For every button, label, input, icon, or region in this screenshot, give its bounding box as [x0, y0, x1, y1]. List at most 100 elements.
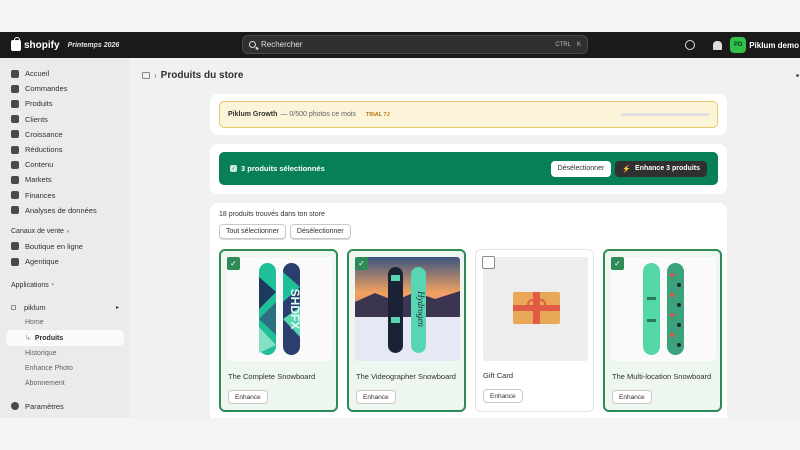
content-icon [11, 160, 19, 169]
plan-name: Piklum Growth [228, 111, 278, 118]
subitem-label: Home [25, 319, 44, 327]
sidebar-subitem-produits[interactable]: ↳ Produits [6, 330, 124, 346]
sidebar-item-label: Commandes [25, 84, 68, 94]
product-title: The Multi-location Snowboard [612, 372, 712, 381]
chevron-right-icon: › [66, 228, 69, 235]
apps-section-title[interactable]: Applications › [0, 278, 130, 292]
svg-text:Hydrogen: Hydrogen [416, 290, 426, 327]
sidebar-item-label: Clients [25, 114, 48, 124]
usage-progress-bar [621, 113, 709, 116]
bank-icon [11, 191, 19, 200]
sidebar-item-markets[interactable]: Markets [0, 172, 130, 187]
snowboard-photo-image: Hydrogen [355, 257, 460, 361]
sidebar-item-label: Paramètres [25, 401, 64, 411]
agent-icon [11, 257, 19, 266]
sidebar-subitem-enhance-photo[interactable]: Enhance Photo [0, 361, 130, 376]
sidebar-item-produits[interactable]: Produits [0, 96, 130, 111]
checkbox-checked-icon[interactable]: ✓ [227, 257, 240, 270]
enhance-button[interactable]: Enhance [483, 389, 523, 403]
avatar[interactable]: PD [730, 37, 747, 53]
sidebar-item-boutique[interactable]: Boutique en ligne [0, 239, 130, 254]
trial-card: Piklum Growth — 0/500 photos ce mois TRI… [210, 94, 727, 135]
sidebar: Accueil Commandes Produits Clients Crois… [0, 58, 130, 418]
tree-branch-icon: ↳ [25, 335, 31, 343]
chevron-right-icon: › [51, 282, 54, 289]
sidebar-item-finances[interactable]: Finances [0, 188, 130, 203]
sidebar-subitem-abonnement[interactable]: Abonnement [0, 376, 130, 391]
settings-container: Paramètres [0, 399, 130, 414]
gear-icon [11, 402, 19, 411]
pin-icon[interactable]: ▸ [116, 304, 119, 311]
sidebar-item-reductions[interactable]: Réductions [0, 142, 130, 157]
sidebar-item-label: Croissance [25, 129, 63, 139]
more-icon[interactable] [796, 74, 799, 77]
sidebar-item-piklum[interactable]: piklum ▸ [0, 300, 130, 315]
sidebar-item-contenu[interactable]: Contenu [0, 157, 130, 172]
shopify-bag-icon [11, 36, 21, 51]
breadcrumb: › Produits du store [142, 70, 243, 81]
product-title: The Complete Snowboard [228, 372, 316, 381]
chart-icon [11, 206, 19, 215]
inbox-icon[interactable] [685, 40, 696, 50]
checkbox-checked-icon[interactable]: ✓ [611, 257, 624, 270]
app-grid-icon[interactable] [142, 72, 150, 79]
discount-icon [11, 145, 19, 154]
product-title: The Videographer Snowboard [356, 372, 456, 381]
user-name[interactable]: Piklum demo [749, 41, 799, 50]
products-card: 18 produits trouvés dans ton store Tout … [210, 203, 727, 418]
snowboard-image: SHDFX [227, 257, 332, 361]
sidebar-item-commandes[interactable]: Commandes [0, 81, 130, 96]
app-icon [11, 305, 16, 311]
product-grid: ✓ SHDFX The Complete Snowboard Enhance ✓… [219, 249, 722, 412]
enhance-selected-button[interactable]: ⚡ Enhance 3 produits [615, 160, 707, 177]
enhance-button[interactable]: Enhance [612, 390, 652, 404]
bell-icon[interactable] [713, 40, 723, 50]
product-image: SHDFX [227, 257, 332, 361]
top-icons: PD Piklum demo [685, 32, 800, 58]
sidebar-item-analyses[interactable]: Analyses de données [0, 203, 130, 218]
search-bar[interactable]: Rechercher CTRL K [242, 35, 588, 54]
store-icon [11, 242, 19, 251]
sidebar-item-label: Accueil [25, 69, 50, 79]
subitem-label: Abonnement [25, 380, 65, 388]
globe-icon [11, 175, 19, 184]
sidebar-item-accueil[interactable]: Accueil [0, 66, 130, 81]
apps-title-text: Applications [11, 281, 49, 289]
gift-card-image [483, 257, 588, 361]
sidebar-subitem-historique[interactable]: Historique [0, 346, 130, 361]
deselect-button[interactable]: Désélectionner [550, 160, 612, 177]
person-icon [11, 115, 19, 124]
products-found-text: 18 produits trouvés dans ton store [219, 211, 325, 218]
sidebar-item-parametres[interactable]: Paramètres [0, 399, 130, 414]
sidebar-item-label: Finances [25, 190, 56, 200]
sidebar-item-clients[interactable]: Clients [0, 112, 130, 127]
orders-icon [11, 84, 19, 93]
page-title: Produits du store [160, 70, 244, 81]
shopify-logo[interactable]: shopify [11, 36, 60, 51]
sidebar-item-label: Agentique [25, 257, 59, 267]
sidebar-item-croissance[interactable]: Croissance [0, 127, 130, 142]
channels-section-title[interactable]: Canaux de vente › [0, 225, 130, 239]
sidebar-item-agentique[interactable]: Agentique [0, 254, 130, 269]
usage-text: — 0/500 photos ce mois [280, 111, 356, 118]
deselect-all-button[interactable]: Désélectionner [289, 224, 351, 239]
app-name: piklum [24, 303, 46, 313]
top-bar: shopify Printemps 2026 Rechercher CTRL K… [0, 32, 800, 58]
product-card[interactable]: ✓ [347, 249, 466, 412]
enhance-button[interactable]: Enhance [228, 390, 268, 404]
checkbox-checked-icon[interactable]: ✓ [355, 257, 368, 270]
product-card[interactable]: ✓ [603, 249, 722, 412]
target-icon [11, 130, 19, 139]
select-all-button[interactable]: Tout sélectionner [219, 224, 286, 239]
subitem-label: Enhance Photo [25, 364, 73, 372]
checkbox-unchecked-icon[interactable] [482, 256, 495, 269]
bolt-icon: ⚡ [622, 165, 632, 173]
selection-card: ✓ 3 produits sélectionnés Désélectionner… [210, 144, 727, 194]
search-icon [249, 41, 256, 48]
enhance-button[interactable]: Enhance [356, 390, 396, 404]
edition-label[interactable]: Printemps 2026 [68, 42, 120, 49]
sidebar-item-label: Markets [25, 175, 52, 185]
product-card[interactable]: ✓ SHDFX The Complete Snowboard Enhance [219, 249, 338, 412]
product-card[interactable]: Gift Card Enhance [475, 249, 594, 412]
sidebar-subitem-home[interactable]: Home [0, 315, 130, 330]
